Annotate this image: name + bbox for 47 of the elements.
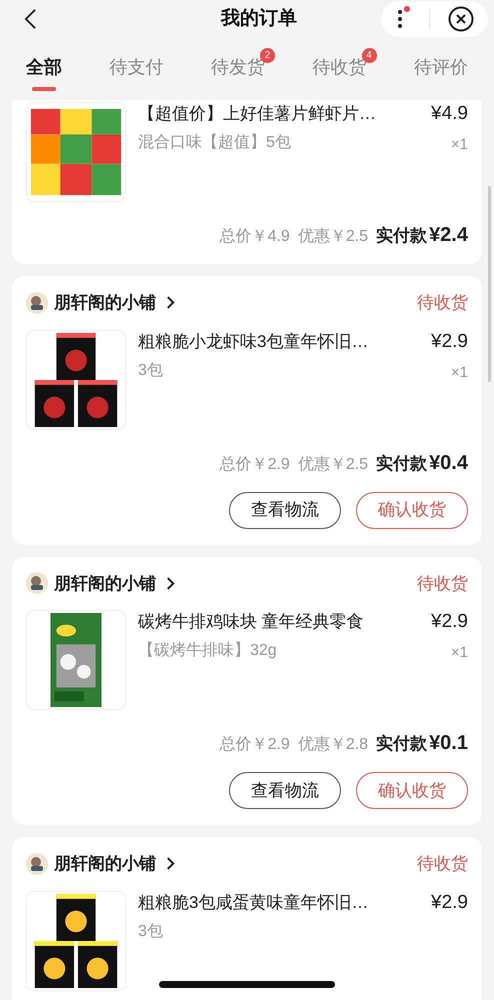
- order-tab[interactable]: 全部: [16, 48, 72, 100]
- discount: 优惠￥2.5: [298, 454, 368, 474]
- chevron-right-icon: [166, 576, 175, 590]
- product-price: ¥2.9: [431, 610, 468, 634]
- discount: 优惠￥2.8: [298, 734, 368, 755]
- shop-avatar-icon: [26, 572, 48, 594]
- shop-name[interactable]: 朋轩阁的小铺: [54, 570, 156, 596]
- total-price: 总价￥2.9: [220, 454, 290, 474]
- shop-name[interactable]: 朋轩阁的小铺: [54, 290, 156, 316]
- chevron-right-icon: [166, 857, 175, 870]
- total-price: 总价￥4.9: [220, 227, 290, 247]
- product-spec: 混合口味【超值】5包: [138, 132, 292, 153]
- product-title[interactable]: 碳烤牛排鸡味块 童年经典零食: [138, 610, 408, 634]
- product-quantity: ×1: [450, 362, 468, 382]
- paid-amount: ¥0.4: [429, 450, 468, 476]
- product-spec: 3包: [138, 922, 164, 942]
- back-icon[interactable]: [24, 8, 37, 30]
- page-title: 我的订单: [221, 6, 297, 31]
- product-quantity: ×1: [450, 643, 468, 663]
- action-button[interactable]: 确认收货: [356, 772, 468, 809]
- paid-label: 实付款: [376, 452, 428, 474]
- product-quantity: ×1: [450, 135, 468, 155]
- order-status: 待收货: [417, 853, 468, 875]
- action-button[interactable]: 确认收货: [356, 492, 468, 528]
- order-status: 待收货: [417, 572, 468, 594]
- discount: 优惠￥2.5: [298, 226, 368, 247]
- product-spec: 【碳烤牛排味】32g: [138, 640, 278, 661]
- shop-name[interactable]: 朋轩阁的小铺: [54, 851, 156, 876]
- product-title[interactable]: 粗粮脆小龙虾味3包童年怀旧…: [138, 330, 408, 354]
- total-price: 总价￥2.9: [220, 735, 290, 755]
- shop-avatar-icon: [26, 852, 48, 875]
- shop-avatar-icon: [26, 292, 48, 314]
- paid-label: 实付款: [376, 225, 428, 247]
- action-button[interactable]: 查看物流: [229, 772, 341, 809]
- chevron-right-icon: [166, 296, 175, 310]
- product-price: ¥4.9: [431, 102, 468, 126]
- paid-amount: ¥2.4: [429, 223, 468, 248]
- order-status: 待收货: [417, 292, 468, 314]
- product-price: ¥2.9: [431, 330, 468, 354]
- action-button[interactable]: 查看物流: [229, 492, 341, 528]
- product-title[interactable]: 【超值价】上好佳薯片鲜虾片…: [138, 102, 408, 126]
- paid-label: 实付款: [376, 733, 428, 755]
- product-title[interactable]: 粗粮脆3包咸蛋黄味童年怀旧…: [138, 890, 408, 914]
- close-icon[interactable]: [448, 6, 474, 32]
- paid-amount: ¥0.1: [429, 731, 468, 756]
- product-spec: 3包: [138, 360, 164, 380]
- product-price: ¥2.9: [431, 890, 468, 914]
